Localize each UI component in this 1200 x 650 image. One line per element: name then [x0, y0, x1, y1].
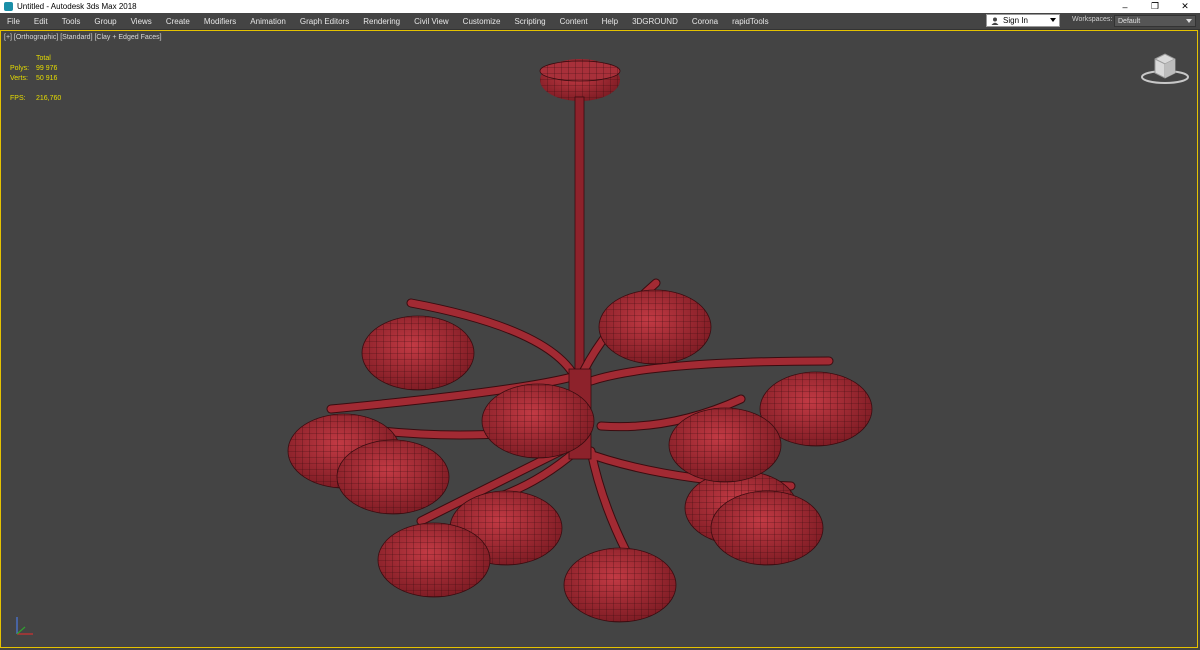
restore-button[interactable]: ❐: [1140, 0, 1170, 13]
sign-in-label: Sign In: [1003, 16, 1028, 25]
axis-gizmo-icon: [16, 617, 33, 635]
menu-animation[interactable]: Animation: [243, 13, 293, 29]
stats-polys-label: Polys:: [10, 65, 30, 72]
window-controls: – ❐ ✕: [1110, 0, 1200, 13]
menu-edit[interactable]: Edit: [27, 13, 55, 29]
menu-views[interactable]: Views: [124, 13, 159, 29]
menu-3dground[interactable]: 3DGROUND: [625, 13, 685, 29]
menu-corona[interactable]: Corona: [685, 13, 725, 29]
menu-rendering[interactable]: Rendering: [356, 13, 407, 29]
sign-in-dropdown[interactable]: Sign In: [986, 14, 1060, 27]
menu-modifiers[interactable]: Modifiers: [197, 13, 243, 29]
viewcube-icon[interactable]: [1139, 49, 1191, 85]
menu-civil-view[interactable]: Civil View: [407, 13, 456, 29]
stats-total-label: Total: [36, 55, 51, 62]
ceiling-canopy[interactable]: [539, 59, 621, 101]
viewport-perspective[interactable]: [+] [Orthographic] [Standard] [Clay + Ed…: [0, 30, 1198, 648]
menu-create[interactable]: Create: [159, 13, 197, 29]
menu-graph-editors[interactable]: Graph Editors: [293, 13, 356, 29]
title-bar: Untitled - Autodesk 3ds Max 2018 – ❐ ✕: [0, 0, 1200, 13]
workspaces-label: Workspaces:: [1072, 16, 1113, 23]
workspaces-value: Default: [1118, 17, 1141, 25]
viewport-statistics: Total Polys: 99 976 Verts: 50 916 FPS: 2…: [10, 54, 61, 104]
window-title: Untitled - Autodesk 3ds Max 2018: [17, 2, 137, 11]
menu-file[interactable]: File: [0, 13, 27, 29]
minimize-button[interactable]: –: [1110, 0, 1140, 13]
stats-polys-value: 99 976: [36, 65, 58, 72]
stats-fps-value: 216,760: [36, 95, 62, 102]
chevron-down-icon: [1186, 19, 1192, 23]
3dsmax-app-icon[interactable]: [4, 2, 13, 11]
center-rod[interactable]: [574, 96, 585, 398]
menu-customize[interactable]: Customize: [456, 13, 508, 29]
chandelier-model[interactable]: [1, 31, 1197, 647]
menu-help[interactable]: Help: [595, 13, 625, 29]
menu-rapidtools[interactable]: rapidTools: [725, 13, 775, 29]
stats-verts-value: 50 916: [36, 75, 58, 82]
menu-tools[interactable]: Tools: [55, 13, 88, 29]
menu-scripting[interactable]: Scripting: [507, 13, 552, 29]
viewport-label-menu[interactable]: [+] [Orthographic] [Standard] [Clay + Ed…: [4, 34, 162, 41]
chevron-down-icon: [1050, 18, 1056, 22]
workspaces-select[interactable]: Default: [1114, 15, 1196, 27]
stats-fps-label: FPS:: [10, 95, 26, 102]
menu-content[interactable]: Content: [553, 13, 595, 29]
menu-group[interactable]: Group: [87, 13, 123, 29]
stats-verts-label: Verts:: [10, 75, 28, 82]
user-icon: [991, 17, 999, 25]
close-button[interactable]: ✕: [1170, 0, 1200, 13]
